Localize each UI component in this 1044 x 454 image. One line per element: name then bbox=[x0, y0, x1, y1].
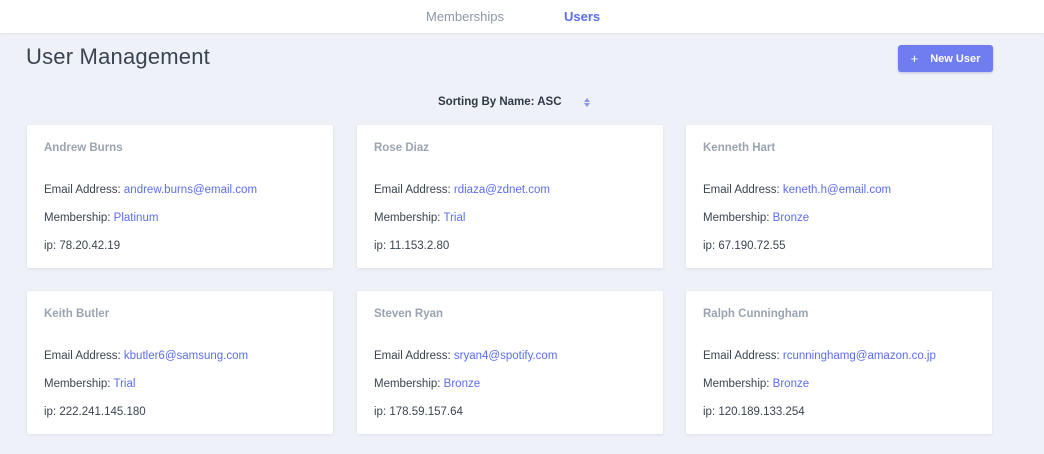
tab-users[interactable]: Users bbox=[564, 9, 600, 24]
ip-row: ip: 178.59.157.64 bbox=[374, 406, 463, 418]
sort-label: Sorting By Name: ASC bbox=[438, 96, 562, 108]
ip-value: 120.189.133.254 bbox=[718, 406, 805, 418]
ip-row: ip: 11.153.2.80 bbox=[374, 240, 449, 252]
user-card[interactable]: Rose Diaz Email Address: rdiaza@zdnet.co… bbox=[357, 125, 663, 268]
ip-value: 222.241.145.180 bbox=[59, 406, 146, 418]
ip-value: 178.59.157.64 bbox=[389, 406, 463, 418]
ip-label: ip: bbox=[44, 240, 60, 252]
ip-label: ip: bbox=[703, 240, 719, 252]
ip-label: ip: bbox=[44, 406, 60, 418]
page-title: User Management bbox=[26, 44, 210, 69]
new-user-button[interactable]: + New User bbox=[898, 45, 993, 72]
email-row: Email Address: keneth.h@email.com bbox=[703, 184, 891, 196]
membership-link[interactable]: Bronze bbox=[773, 212, 809, 224]
user-name: Keith Butler bbox=[44, 308, 110, 320]
tab-memberships[interactable]: Memberships bbox=[426, 9, 504, 24]
email-label: Email Address: bbox=[44, 350, 124, 362]
user-card[interactable]: Keith Butler Email Address: kbutler6@sam… bbox=[27, 291, 333, 434]
membership-link[interactable]: Platinum bbox=[114, 212, 159, 224]
membership-link[interactable]: Trial bbox=[113, 378, 135, 390]
new-user-label: New User bbox=[930, 52, 981, 65]
user-card[interactable]: Kenneth Hart Email Address: keneth.h@ema… bbox=[686, 125, 992, 268]
email-row: Email Address: andrew.burns@email.com bbox=[44, 184, 257, 196]
user-name: Steven Ryan bbox=[374, 308, 444, 320]
user-card[interactable]: Andrew Burns Email Address: andrew.burns… bbox=[27, 125, 333, 268]
membership-label: Membership: bbox=[703, 212, 773, 224]
membership-row: Membership: Platinum bbox=[44, 212, 158, 224]
plus-icon: + bbox=[910, 51, 919, 66]
email-label: Email Address: bbox=[374, 184, 454, 196]
ip-row: ip: 120.189.133.254 bbox=[703, 406, 805, 418]
email-link[interactable]: andrew.burns@email.com bbox=[124, 184, 257, 196]
ip-value: 78.20.42.19 bbox=[59, 240, 121, 252]
membership-label: Membership: bbox=[703, 378, 773, 390]
membership-row: Membership: Bronze bbox=[703, 378, 809, 390]
membership-row: Membership: Trial bbox=[44, 378, 135, 390]
user-card[interactable]: Steven Ryan Email Address: sryan4@spotif… bbox=[357, 291, 663, 434]
sort-bar: Sorting By Name: ASC bbox=[438, 96, 590, 108]
email-row: Email Address: rcunninghamg@amazon.co.jp bbox=[703, 350, 936, 362]
email-label: Email Address: bbox=[703, 184, 783, 196]
email-link[interactable]: kbutler6@samsung.com bbox=[124, 350, 248, 362]
email-row: Email Address: kbutler6@samsung.com bbox=[44, 350, 248, 362]
email-link[interactable]: rdiaza@zdnet.com bbox=[454, 184, 550, 196]
user-card[interactable]: Ralph Cunningham Email Address: rcunning… bbox=[686, 291, 992, 434]
email-label: Email Address: bbox=[374, 350, 454, 362]
ip-label: ip: bbox=[374, 406, 390, 418]
email-label: Email Address: bbox=[703, 350, 783, 362]
membership-link[interactable]: Bronze bbox=[444, 378, 480, 390]
membership-label: Membership: bbox=[44, 212, 114, 224]
membership-label: Membership: bbox=[374, 212, 444, 224]
user-name: Kenneth Hart bbox=[703, 142, 776, 154]
ip-label: ip: bbox=[703, 406, 719, 418]
sort-down-icon bbox=[583, 102, 590, 107]
user-name: Ralph Cunningham bbox=[703, 308, 809, 320]
email-link[interactable]: keneth.h@email.com bbox=[783, 184, 891, 196]
ip-label: ip: bbox=[374, 240, 390, 252]
membership-row: Membership: Bronze bbox=[374, 378, 480, 390]
ip-row: ip: 78.20.42.19 bbox=[44, 240, 120, 252]
membership-row: Membership: Trial bbox=[374, 212, 465, 224]
ip-row: ip: 222.241.145.180 bbox=[44, 406, 146, 418]
email-row: Email Address: rdiaza@zdnet.com bbox=[374, 184, 550, 196]
membership-link[interactable]: Trial bbox=[443, 212, 465, 224]
membership-label: Membership: bbox=[44, 378, 114, 390]
email-link[interactable]: sryan4@spotify.com bbox=[454, 350, 558, 362]
top-nav: Memberships Users bbox=[0, 0, 1044, 33]
user-name: Rose Diaz bbox=[374, 142, 429, 154]
sort-up-icon bbox=[583, 97, 590, 102]
email-row: Email Address: sryan4@spotify.com bbox=[374, 350, 557, 362]
ip-value: 11.153.2.80 bbox=[389, 240, 450, 252]
email-link[interactable]: rcunninghamg@amazon.co.jp bbox=[783, 350, 936, 362]
user-name: Andrew Burns bbox=[44, 142, 123, 154]
email-label: Email Address: bbox=[44, 184, 124, 196]
membership-link[interactable]: Bronze bbox=[773, 378, 809, 390]
sort-toggle-icon[interactable] bbox=[583, 97, 590, 107]
membership-row: Membership: Bronze bbox=[703, 212, 809, 224]
ip-value: 67.190.72.55 bbox=[718, 240, 786, 252]
ip-row: ip: 67.190.72.55 bbox=[703, 240, 786, 252]
membership-label: Membership: bbox=[374, 378, 444, 390]
